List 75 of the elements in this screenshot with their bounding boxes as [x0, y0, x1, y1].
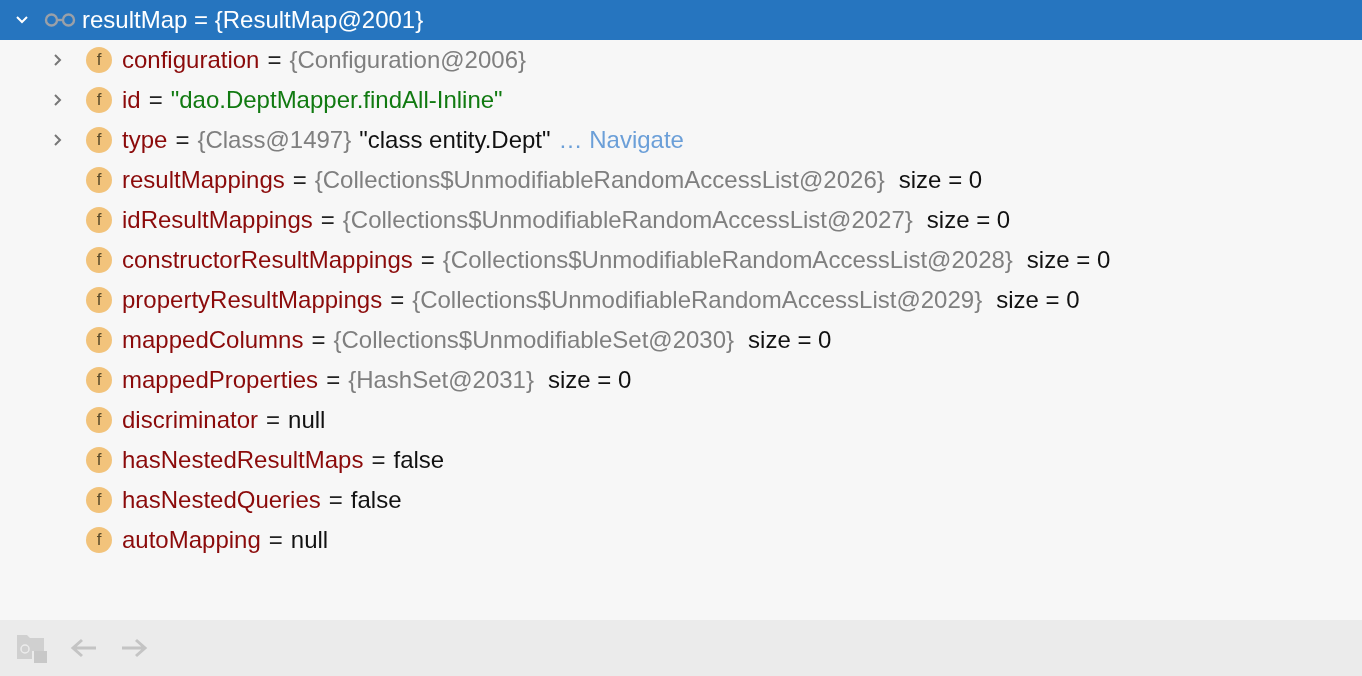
value-text: null: [290, 526, 329, 554]
equals-sign: =: [390, 286, 405, 314]
equals-sign: =: [326, 366, 341, 394]
field-icon: f: [86, 327, 112, 353]
value-text: "class entity.Dept": [359, 126, 551, 154]
field-icon: f: [86, 127, 112, 153]
object-reference: {Collections$UnmodifiableRandomAccessList@2029}: [412, 286, 983, 314]
field-name: idResultMappings: [122, 206, 313, 234]
field-icon: f: [86, 247, 112, 273]
field-row[interactable]: f mappedProperties = {HashSet@2031} size = 0: [0, 360, 1362, 400]
field-icon: f: [86, 367, 112, 393]
equals-sign: =: [328, 486, 343, 514]
field-icon: f: [86, 407, 112, 433]
field-icon: f: [86, 207, 112, 233]
field-row[interactable]: f discriminator = null: [0, 400, 1362, 440]
field-name: hasNestedResultMaps: [122, 446, 364, 474]
size-text: size = 0: [748, 326, 832, 354]
field-icon: f: [86, 527, 112, 553]
field-name: autoMapping: [122, 526, 261, 554]
field-row[interactable]: f resultMappings = {Collections$UnmodifiableRandomAccessList@2026} size = 0: [0, 160, 1362, 200]
field-row[interactable]: f type = {Class@1497} "class entity.Dept" … Navigate: [0, 120, 1362, 160]
field-row[interactable]: f hasNestedQueries = false: [0, 480, 1362, 520]
object-reference: {Configuration@2006}: [289, 46, 526, 74]
field-icon: f: [86, 487, 112, 513]
value-text: false: [393, 446, 445, 474]
value-text: null: [288, 406, 326, 434]
equals-sign: =: [320, 206, 335, 234]
object-reference: {Collections$UnmodifiableSet@2030}: [333, 326, 735, 354]
field-name: configuration: [122, 46, 260, 74]
field-name: propertyResultMappings: [122, 286, 383, 314]
field-icon: f: [86, 167, 112, 193]
equals-sign: =: [292, 166, 307, 194]
field-name: hasNestedQueries: [122, 486, 321, 514]
field-name: constructorResultMappings: [122, 246, 413, 274]
object-reference: {Collections$UnmodifiableRandomAccessList@2028}: [442, 246, 1013, 274]
field-icon: f: [86, 287, 112, 313]
field-icon: f: [86, 47, 112, 73]
object-reference: {Collections$UnmodifiableRandomAccessList@2027}: [342, 206, 913, 234]
field-icon: f: [86, 87, 112, 113]
variable-label: resultMap = {ResultMap@2001}: [82, 6, 424, 34]
equals-sign: =: [311, 326, 326, 354]
size-text: size = 0: [898, 166, 983, 194]
field-row[interactable]: f constructorResultMappings = {Collections$UnmodifiableRandomAccessList@2028} size = 0: [0, 240, 1362, 280]
field-name: mappedColumns: [122, 326, 304, 354]
object-reference: {Class@1497}: [197, 126, 352, 154]
object-reference: {HashSet@2031}: [348, 366, 534, 394]
field-name: id: [122, 86, 141, 114]
field-row[interactable]: f id = "dao.DeptMapper.findAll-Inline": [0, 80, 1362, 120]
field-name: resultMappings: [122, 166, 285, 194]
equals-sign: =: [175, 126, 190, 154]
equals-sign: =: [266, 406, 281, 434]
size-text: size = 0: [548, 366, 632, 394]
root-row[interactable]: resultMap = {ResultMap@2001}: [0, 0, 1362, 40]
field-name: type: [122, 126, 168, 154]
equals-sign: =: [267, 46, 282, 74]
equals-sign: =: [268, 526, 283, 554]
object-reference: {Collections$UnmodifiableRandomAccessList@2026}: [314, 166, 885, 194]
equals-sign: =: [420, 246, 435, 274]
string-value: "dao.DeptMapper.findAll-Inline": [170, 86, 503, 114]
field-row[interactable]: f hasNestedResultMaps = false: [0, 440, 1362, 480]
field-row[interactable]: f idResultMappings = {Collections$UnmodifiableRandomAccessList@2027} size = 0: [0, 200, 1362, 240]
equals-sign: =: [148, 86, 163, 114]
size-text: size = 0: [926, 206, 1011, 234]
field-row[interactable]: f mappedColumns = {Collections$UnmodifiableSet@2030} size = 0: [0, 320, 1362, 360]
field-icon: f: [86, 447, 112, 473]
field-name: discriminator: [122, 406, 259, 434]
field-row[interactable]: f propertyResultMappings = {Collections$UnmodifiableRandomAccessList@2029} size = 0: [0, 280, 1362, 320]
equals-sign: =: [371, 446, 386, 474]
field-name: mappedProperties: [122, 366, 319, 394]
size-text: size = 0: [1026, 246, 1111, 274]
glasses-icon: [44, 13, 76, 27]
field-row[interactable]: f configuration = {Configuration@2006}: [0, 40, 1362, 80]
field-row[interactable]: f autoMapping = null: [0, 520, 1362, 560]
size-text: size = 0: [996, 286, 1080, 314]
value-text: false: [350, 486, 402, 514]
